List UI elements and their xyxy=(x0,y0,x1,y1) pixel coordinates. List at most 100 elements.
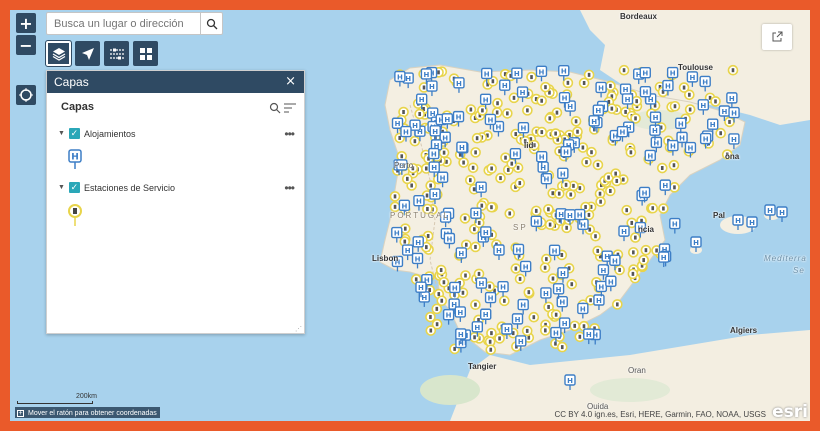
hotel-marker[interactable]: H xyxy=(394,70,406,87)
hotel-marker[interactable]: H xyxy=(776,206,788,222)
fuel-station-marker[interactable] xyxy=(436,295,448,307)
fuel-station-marker[interactable] xyxy=(547,273,559,284)
hotel-marker[interactable]: H xyxy=(499,79,511,96)
fuel-station-marker[interactable] xyxy=(544,219,556,230)
hotel-marker[interactable]: H xyxy=(675,117,687,134)
hotel-marker[interactable]: H xyxy=(411,252,424,269)
fuel-station-marker[interactable] xyxy=(669,100,681,112)
hotel-marker[interactable]: H xyxy=(436,171,449,188)
fuel-station-marker[interactable] xyxy=(727,64,739,76)
hotel-marker[interactable]: H xyxy=(618,225,630,242)
hotel-marker[interactable]: H xyxy=(699,75,711,92)
fuel-station-marker[interactable] xyxy=(595,196,606,207)
fuel-station-marker[interactable] xyxy=(504,208,516,219)
fuel-station-marker[interactable] xyxy=(627,268,639,280)
fuel-station-marker[interactable] xyxy=(541,253,552,265)
fuel-station-marker[interactable] xyxy=(550,309,562,321)
hotel-marker[interactable]: H xyxy=(454,306,467,322)
hotel-marker[interactable]: H xyxy=(401,244,414,261)
sort-filter-icon[interactable] xyxy=(283,102,297,114)
hotel-marker[interactable]: H xyxy=(556,295,568,312)
fuel-station-marker[interactable] xyxy=(570,115,582,127)
fuel-station-marker[interactable] xyxy=(389,201,401,213)
hotel-marker[interactable]: H xyxy=(669,217,681,234)
hotel-marker[interactable]: H xyxy=(557,267,569,283)
filter-tool-button[interactable] xyxy=(104,41,129,66)
fuel-station-marker[interactable] xyxy=(514,177,526,189)
layer-item-alojamientos[interactable]: ▼ ✓ Alojamientos xyxy=(58,128,135,139)
hotel-marker[interactable]: H xyxy=(639,66,651,83)
fuel-station-marker[interactable] xyxy=(470,241,481,253)
fuel-station-marker[interactable] xyxy=(495,172,506,184)
hotel-marker[interactable]: H xyxy=(728,133,740,149)
fuel-station-marker[interactable] xyxy=(502,108,513,119)
fuel-station-marker[interactable] xyxy=(638,254,649,266)
fuel-station-marker[interactable] xyxy=(684,104,696,115)
fuel-station-marker[interactable] xyxy=(578,77,590,89)
hotel-marker[interactable]: H xyxy=(658,251,670,268)
hotel-marker[interactable]: H xyxy=(516,86,529,103)
fuel-station-marker[interactable] xyxy=(581,156,592,168)
hotel-marker[interactable]: H xyxy=(686,71,699,87)
fuel-station-marker[interactable] xyxy=(510,263,522,274)
fuel-station-marker[interactable] xyxy=(500,152,511,163)
more-options-icon[interactable]: ••• xyxy=(284,127,295,141)
basemap-gallery-button[interactable] xyxy=(133,41,158,66)
hotel-marker[interactable]: H xyxy=(475,277,488,294)
directions-tool-button[interactable] xyxy=(75,41,100,66)
hotel-marker[interactable]: H xyxy=(746,216,758,232)
fuel-station-marker[interactable] xyxy=(414,108,425,120)
hotel-marker[interactable]: H xyxy=(484,291,497,308)
zoom-out-button[interactable]: − xyxy=(16,35,36,55)
fuel-station-marker[interactable] xyxy=(668,159,680,171)
fuel-station-marker[interactable] xyxy=(556,341,568,353)
hotel-marker[interactable]: H xyxy=(667,139,679,156)
fuel-station-marker[interactable] xyxy=(486,327,497,339)
share-button[interactable] xyxy=(762,24,792,50)
fuel-station-marker[interactable] xyxy=(566,278,578,290)
fuel-station-marker[interactable] xyxy=(544,113,556,124)
fuel-station-marker[interactable] xyxy=(569,320,581,332)
fuel-station-marker[interactable] xyxy=(618,64,630,76)
fuel-station-marker[interactable] xyxy=(486,201,497,213)
hotel-marker[interactable]: H xyxy=(453,77,465,93)
fuel-station-marker[interactable] xyxy=(492,97,503,109)
fuel-station-marker[interactable] xyxy=(458,157,469,168)
fuel-station-marker[interactable] xyxy=(669,182,680,193)
fuel-station-marker[interactable] xyxy=(409,135,421,147)
fuel-station-marker[interactable] xyxy=(605,185,616,197)
fuel-station-marker[interactable] xyxy=(425,325,437,336)
fuel-station-marker[interactable] xyxy=(612,299,623,310)
caret-down-icon[interactable]: ▼ xyxy=(58,130,65,137)
fuel-station-marker[interactable] xyxy=(536,126,548,138)
fuel-station-marker[interactable] xyxy=(465,104,477,115)
layer-visibility-checkbox[interactable]: ✓ xyxy=(68,182,80,193)
fuel-station-marker[interactable] xyxy=(471,132,483,144)
fuel-station-marker[interactable] xyxy=(625,147,637,158)
search-input[interactable] xyxy=(46,12,201,35)
search-icon[interactable] xyxy=(269,102,281,114)
hotel-marker[interactable]: H xyxy=(535,65,548,82)
fuel-station-marker[interactable] xyxy=(465,174,476,186)
fuel-station-marker[interactable] xyxy=(550,128,561,139)
hotel-marker[interactable]: H xyxy=(764,204,776,220)
fuel-station-marker[interactable] xyxy=(539,262,551,274)
hotel-marker[interactable]: H xyxy=(690,236,702,252)
fuel-station-marker[interactable] xyxy=(715,127,726,139)
fuel-station-marker[interactable] xyxy=(459,213,471,224)
hotel-marker[interactable]: H xyxy=(621,93,634,109)
hotel-marker[interactable]: H xyxy=(595,81,607,98)
fuel-station-marker[interactable] xyxy=(572,126,583,138)
hotel-marker[interactable]: H xyxy=(497,281,509,297)
layer-visibility-checkbox[interactable]: ✓ xyxy=(68,128,80,139)
fuel-station-marker[interactable] xyxy=(435,264,447,276)
coordinate-widget[interactable]: + Mover el ratón para obtener coordenada… xyxy=(15,407,160,418)
hotel-marker[interactable]: H xyxy=(577,302,589,319)
fuel-station-marker[interactable] xyxy=(605,80,616,92)
fuel-station-marker[interactable] xyxy=(521,325,533,337)
fuel-station-marker[interactable] xyxy=(470,147,481,158)
close-icon[interactable]: × xyxy=(285,74,296,89)
fuel-station-marker[interactable] xyxy=(590,230,601,242)
fuel-station-marker[interactable] xyxy=(514,273,526,285)
fuel-station-marker[interactable] xyxy=(631,95,642,107)
